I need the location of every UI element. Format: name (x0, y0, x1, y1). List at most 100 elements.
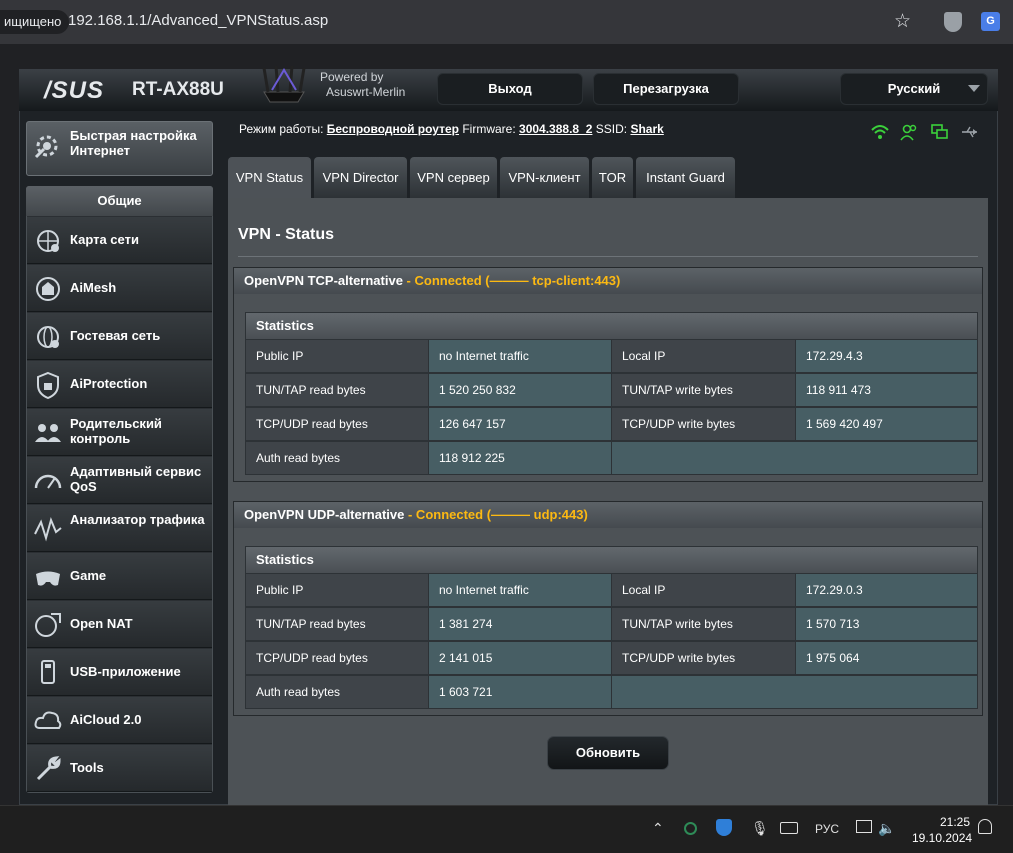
sidebar-item-label: Карта сети (70, 232, 139, 247)
network-map-icon (37, 230, 59, 252)
wifi-status-icon[interactable] (871, 123, 889, 141)
aiprotection-icon (37, 371, 59, 400)
security-shield-icon[interactable] (716, 819, 732, 836)
stat-label: Public IP (245, 339, 429, 373)
stat-value: 1 603 721 (428, 675, 612, 709)
panel-header: OpenVPN UDP-alternative - Connected (———… (234, 502, 982, 528)
keyboard-icon[interactable] (780, 822, 798, 834)
statistics-header: Statistics (245, 546, 978, 574)
extension-shield-icon[interactable] (944, 12, 962, 32)
sidebar-item-label: USB-приложение (70, 664, 181, 679)
traffic-analyzer-icon (34, 516, 62, 542)
sidebar-item[interactable]: Game (27, 553, 212, 600)
tab[interactable]: Instant Guard (636, 157, 735, 199)
sidebar-item-label: Гостевая сеть (70, 328, 161, 343)
bookmark-star-icon[interactable]: ☆ (894, 10, 911, 33)
status-row: Режим работы: Беспроводной роутер Firmwa… (239, 122, 664, 136)
mode-value-link[interactable]: Беспроводной роутер (327, 122, 459, 136)
sidebar-item-label: Game (70, 568, 107, 583)
tray-app-icon[interactable] (684, 822, 697, 835)
ssid-label: SSID: (595, 122, 628, 136)
sidebar-item[interactable]: Анализатор трафика (27, 505, 212, 552)
stat-value: 126 647 157 (428, 407, 612, 441)
lan-status-icon[interactable] (931, 123, 949, 141)
router-icon (262, 65, 306, 103)
translate-extension-icon[interactable]: G (981, 12, 1000, 31)
language-select[interactable]: Русский (840, 73, 988, 105)
chevron-down-icon (968, 85, 980, 92)
game-icon (36, 571, 60, 586)
clock-time[interactable]: 21:25 (940, 815, 970, 829)
stat-label: Auth read bytes (245, 675, 429, 709)
stat-value: 2 141 015 (428, 641, 612, 675)
tab[interactable]: VPN сервер (410, 157, 497, 199)
sidebar-item[interactable]: Tools (27, 745, 212, 792)
connection-status: - Connected (——— udp:443) (404, 507, 588, 522)
tab[interactable]: VPN-клиент (500, 157, 589, 199)
stat-value: no Internet traffic (428, 573, 612, 607)
sidebar-item[interactable]: Карта сети (27, 217, 212, 264)
ssid-value-link[interactable]: Shark (630, 122, 663, 136)
vpn-client-panel: OpenVPN TCP-alternative - Connected (———… (233, 267, 983, 482)
tab[interactable]: VPN Status (228, 157, 311, 199)
aicloud-icon (34, 711, 62, 729)
sidebar-item[interactable]: Гостевая сеть (27, 313, 212, 360)
stat-label: TCP/UDP read bytes (245, 641, 429, 675)
stat-label: TUN/TAP write bytes (611, 373, 796, 407)
stat-label: TCP/UDP write bytes (611, 641, 796, 675)
sidebar-item[interactable]: AiMesh (27, 265, 212, 312)
clients-status-icon[interactable] (900, 123, 918, 141)
parental-control-icon (35, 424, 61, 442)
microphone-icon[interactable]: 🎙 (751, 820, 769, 837)
site-info-chip[interactable]: ищищено (0, 10, 70, 34)
stat-value: 1 520 250 832 (428, 373, 612, 407)
stat-label: Local IP (611, 339, 796, 373)
input-language[interactable]: РУС (815, 822, 839, 836)
sidebar-item[interactable]: Адаптивный сервис QoS (27, 457, 212, 504)
logout-button[interactable]: Выход (437, 73, 583, 105)
reboot-button[interactable]: Перезагрузка (593, 73, 739, 105)
empty-cell (611, 441, 978, 475)
powered-by-line2: Asuswrt-Merlin (326, 85, 406, 99)
network-icon[interactable] (856, 820, 872, 833)
stat-label: Local IP (611, 573, 796, 607)
sidebar-item[interactable]: Open NAT (27, 601, 212, 648)
empty-cell (611, 675, 978, 709)
tray-chevron-up-icon[interactable]: ⌃ (652, 820, 664, 837)
usb-status-icon[interactable] (961, 123, 979, 141)
usb-app-icon (41, 660, 55, 684)
address-bar[interactable]: 192.168.1.1/Advanced_VPNStatus.asp (68, 12, 328, 29)
stat-label: TCP/UDP write bytes (611, 407, 796, 441)
sidebar-item[interactable]: USB-приложение (27, 649, 212, 696)
firmware-value-link[interactable]: 3004.388.8_2 (519, 122, 592, 136)
sidebar-item-label: Open NAT (70, 616, 133, 631)
tab[interactable]: VPN Director (314, 157, 407, 199)
stat-label: TUN/TAP read bytes (245, 607, 429, 641)
notification-bell-icon[interactable] (978, 819, 992, 834)
stat-value: 172.29.0.3 (795, 573, 978, 607)
sidebar-item[interactable]: AiCloud 2.0 (27, 697, 212, 744)
connection-status: - Connected (——— tcp-client:443) (402, 273, 621, 288)
sidebar-item[interactable]: AiProtection (27, 361, 212, 408)
sidebar-item-label: Анализатор трафика (70, 512, 205, 527)
quick-setup-icon (34, 135, 58, 159)
stat-value: 1 975 064 (795, 641, 978, 675)
page-title: VPN - Status (238, 226, 335, 243)
tab[interactable]: TOR (592, 157, 633, 199)
refresh-button[interactable]: Обновить (547, 736, 669, 770)
sidebar-item-label: AiProtection (70, 376, 148, 391)
tools-icon (36, 756, 61, 781)
sidebar-item-label: Tools (70, 760, 104, 775)
vpn-client-name: OpenVPN UDP-alternative (244, 507, 405, 522)
sidebar-item-label: Адаптивный сервис QoS (70, 464, 202, 494)
stat-value: no Internet traffic (428, 339, 612, 373)
statistics-header: Statistics (245, 312, 978, 340)
vpn-client-panel: OpenVPN UDP-alternative - Connected (———… (233, 501, 983, 716)
volume-icon[interactable]: 🔈 (878, 820, 895, 837)
sidebar-item[interactable]: Родительский контроль (27, 409, 212, 456)
stat-label: Public IP (245, 573, 429, 607)
firmware-label: Firmware: (462, 122, 516, 136)
stat-value: 118 911 473 (795, 373, 978, 407)
clock-date[interactable]: 19.10.2024 (912, 831, 972, 845)
stat-value: 1 570 713 (795, 607, 978, 641)
